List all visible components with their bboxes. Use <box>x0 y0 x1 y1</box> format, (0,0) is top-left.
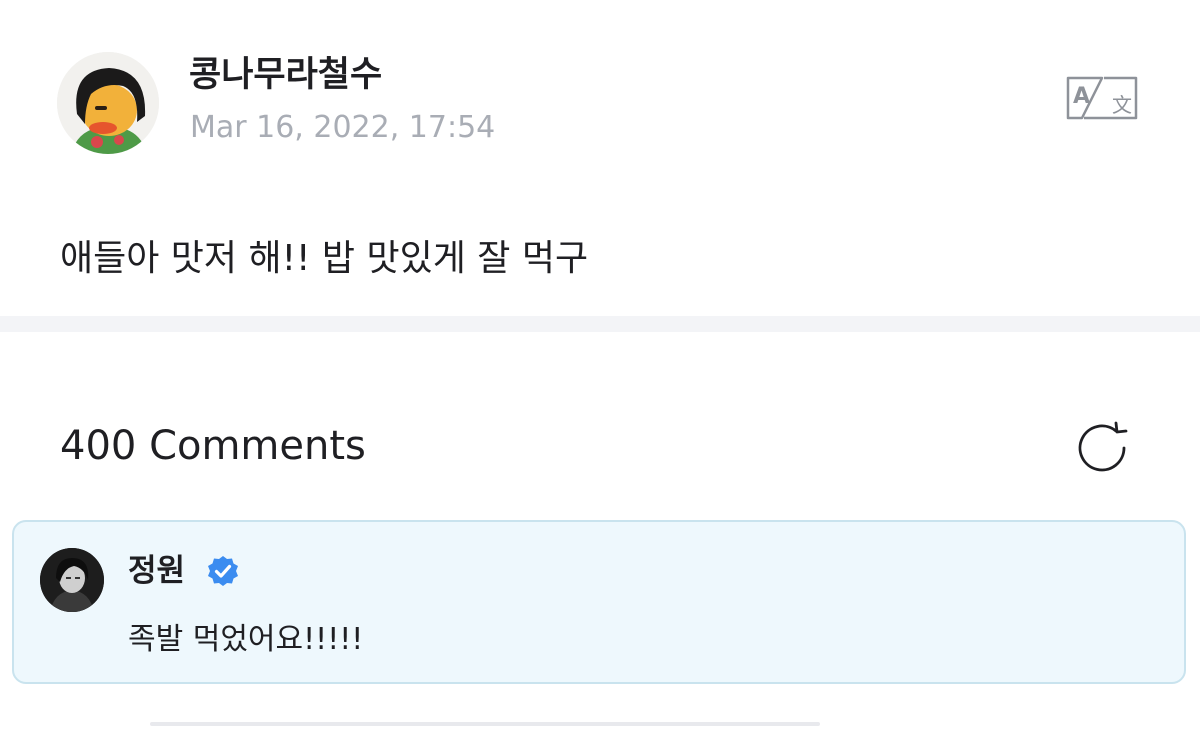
commenter-name[interactable]: 정원 <box>128 551 185 591</box>
author-avatar[interactable] <box>57 52 159 154</box>
author-name[interactable]: 콩나무라철수 <box>189 52 382 98</box>
commenter-avatar[interactable] <box>40 548 104 612</box>
post-timestamp: Mar 16, 2022, 17:54 <box>190 110 496 145</box>
translate-icon: A 文 <box>1066 76 1138 120</box>
post-page: 콩나무라철수 Mar 16, 2022, 17:54 A 文 애들아 맛저 해!… <box>0 0 1200 729</box>
post-body-text: 애들아 맛저 해!! 밥 맛있게 잘 먹구 <box>60 238 589 279</box>
svg-text:A: A <box>1073 84 1090 109</box>
commenter-avatar-image <box>40 548 104 612</box>
refresh-icon <box>1078 421 1128 472</box>
comment-body-text: 족발 먹었어요!!!!! <box>128 622 364 657</box>
svg-text:文: 文 <box>1112 93 1132 117</box>
author-avatar-image <box>57 52 159 154</box>
translate-button[interactable]: A 文 <box>1062 70 1142 126</box>
verified-badge-icon <box>206 554 240 588</box>
section-divider <box>0 316 1200 332</box>
refresh-button[interactable] <box>1072 418 1132 478</box>
comments-count: 400 Comments <box>60 423 366 469</box>
next-comment-edge <box>150 722 820 726</box>
